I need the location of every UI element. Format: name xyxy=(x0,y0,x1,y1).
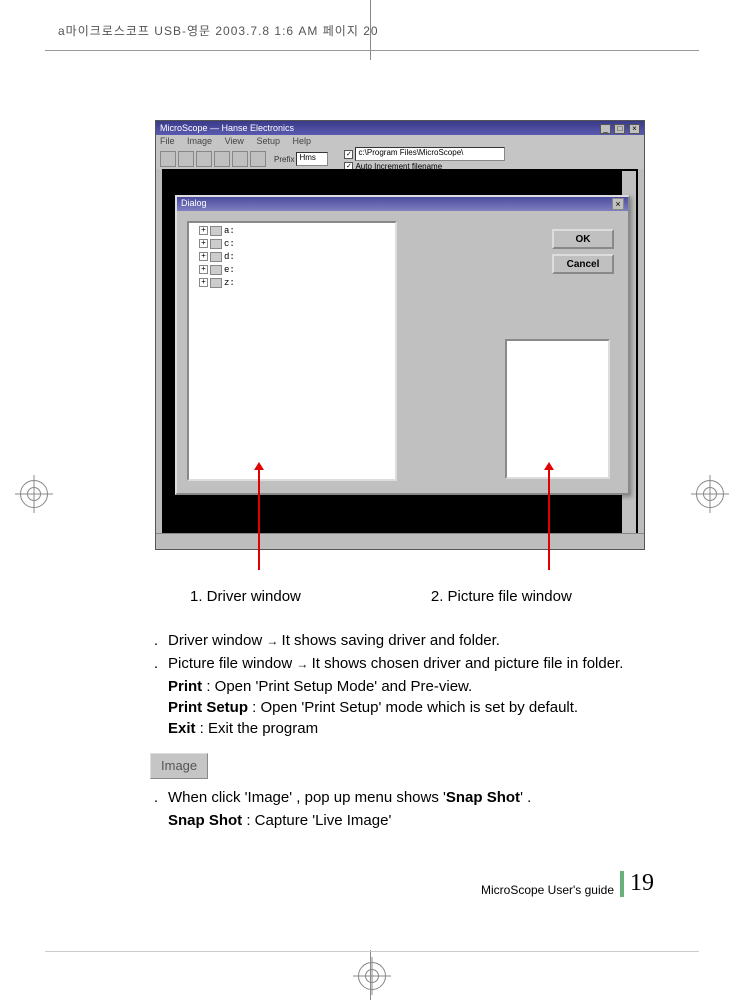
text: : Open 'Print Setup' mode which is set b… xyxy=(248,699,578,716)
page-number: 19 xyxy=(630,870,654,897)
text: Snap Shot xyxy=(446,789,520,806)
toolbar-button[interactable] xyxy=(250,151,266,167)
window-controls: _ □ × xyxy=(599,123,640,134)
app-title: MicroScope — Hanse Electronics xyxy=(160,123,294,133)
drive-item[interactable]: +c: xyxy=(191,238,393,251)
exit-line: Exit : Exit the program xyxy=(150,718,640,739)
crop-mark-bottom-v xyxy=(370,950,371,1000)
toolbar-button[interactable] xyxy=(178,151,194,167)
text: ' . xyxy=(520,789,531,806)
print-setup-line: Print Setup : Open 'Print Setup' mode wh… xyxy=(150,697,640,718)
cd-icon xyxy=(210,252,222,262)
prefix-input[interactable]: Hms xyxy=(296,152,328,166)
snap-line: Snap Shot : Capture 'Live Image' xyxy=(150,810,640,831)
text: Picture file window xyxy=(168,655,296,672)
arrow-icon: → xyxy=(266,633,277,650)
drive-item[interactable]: +d: xyxy=(191,251,393,264)
dialog-body: +a: +c: +d: +e: +z: OK Cancel xyxy=(177,211,628,493)
path-checkbox[interactable]: ✓ xyxy=(344,150,353,159)
drive-tree-pane[interactable]: +a: +c: +d: +e: +z: xyxy=(187,221,397,481)
toolbar-button[interactable] xyxy=(232,151,248,167)
dialog-buttons: OK Cancel xyxy=(552,229,614,274)
ok-button[interactable]: OK xyxy=(552,229,614,249)
bullet-dot: . xyxy=(150,630,162,651)
dialog-close-icon[interactable]: × xyxy=(612,198,624,210)
page-footer: MicroScope User's guide 19 xyxy=(481,870,654,897)
text: Driver window xyxy=(168,632,266,649)
caption-picture-window: 2. Picture file window xyxy=(431,588,572,605)
label: Snap Shot xyxy=(168,812,242,829)
footer-bar xyxy=(620,871,624,897)
minimize-button[interactable]: _ xyxy=(600,124,611,134)
menu-view[interactable]: View xyxy=(225,136,244,146)
arrow-icon: → xyxy=(296,656,307,673)
page-meta-header: a마이크로스코프 USB-영문 2003.7.8 1:6 AM 페이지 20 xyxy=(58,22,379,39)
toolbar-button[interactable] xyxy=(160,151,176,167)
crop-mark-bottom-h xyxy=(45,951,699,952)
bullet-picture: . Picture file window → It shows chosen … xyxy=(150,653,640,674)
dialog-titlebar: Dialog × xyxy=(177,197,628,211)
text: : Capture 'Live Image' xyxy=(242,812,391,829)
bullet-dot: . xyxy=(150,653,162,674)
menu-setup[interactable]: Setup xyxy=(256,136,280,146)
registration-mark-right xyxy=(696,480,724,508)
close-button[interactable]: × xyxy=(629,124,640,134)
dialog-title: Dialog xyxy=(181,198,207,210)
crop-mark-top-h xyxy=(45,50,699,51)
path-row: ✓ c:\Program Files\MicroScope\ xyxy=(344,147,505,161)
callout-arrow-1 xyxy=(258,470,260,570)
toolbar-button[interactable] xyxy=(196,151,212,167)
image-menu-badge: Image xyxy=(150,753,208,779)
footer-label: MicroScope User's guide xyxy=(481,883,614,897)
text: It shows chosen driver and picture file … xyxy=(312,655,624,672)
label: Print xyxy=(168,678,202,695)
toolbar-button[interactable] xyxy=(214,151,230,167)
print-line: Print : Open 'Print Setup Mode' and Pre-… xyxy=(150,676,640,697)
dialog-window: Dialog × +a: +c: +d: +e: +z: OK Cancel xyxy=(175,195,630,495)
path-input[interactable]: c:\Program Files\MicroScope\ xyxy=(355,147,505,161)
statusbar xyxy=(156,533,644,549)
caption-row: 1. Driver window 2. Picture file window xyxy=(190,588,654,605)
drive-item[interactable]: +a: xyxy=(191,225,393,238)
text: When click 'Image' , pop up menu shows ' xyxy=(168,789,446,806)
label: Print Setup xyxy=(168,699,248,716)
registration-mark-left xyxy=(20,480,48,508)
app-titlebar: MicroScope — Hanse Electronics _ □ × xyxy=(156,121,644,135)
cancel-button[interactable]: Cancel xyxy=(552,254,614,274)
bullet-dot: . xyxy=(150,787,162,808)
bullet-driver: . Driver window → It shows saving driver… xyxy=(150,630,640,651)
registration-mark-bottom xyxy=(358,962,386,990)
drive-item[interactable]: +e: xyxy=(191,264,393,277)
hdd-icon xyxy=(210,239,222,249)
floppy-icon xyxy=(210,226,222,236)
text: It shows saving driver and folder. xyxy=(282,632,500,649)
menu-file[interactable]: File xyxy=(160,136,175,146)
caption-driver-window: 1. Driver window xyxy=(190,588,301,605)
text: : Exit the program xyxy=(196,720,319,737)
body-text: . Driver window → It shows saving driver… xyxy=(150,630,640,831)
crop-mark-top-v xyxy=(370,0,371,60)
preview-pane xyxy=(505,339,610,479)
label: Exit xyxy=(168,720,196,737)
cd-icon xyxy=(210,265,222,275)
menu-help[interactable]: Help xyxy=(292,136,311,146)
maximize-button[interactable]: □ xyxy=(614,124,625,134)
menu-image[interactable]: Image xyxy=(187,136,212,146)
callout-arrow-2 xyxy=(548,470,550,570)
prefix-label: Prefix xyxy=(274,155,294,164)
text: : Open 'Print Setup Mode' and Pre-view. xyxy=(202,678,472,695)
bullet-image: . When click 'Image' , pop up menu shows… xyxy=(150,787,640,808)
network-drive-icon xyxy=(210,278,222,288)
drive-item[interactable]: +z: xyxy=(191,277,393,290)
toolbar: Prefix Hms ✓ c:\Program Files\MicroScope… xyxy=(156,149,644,169)
